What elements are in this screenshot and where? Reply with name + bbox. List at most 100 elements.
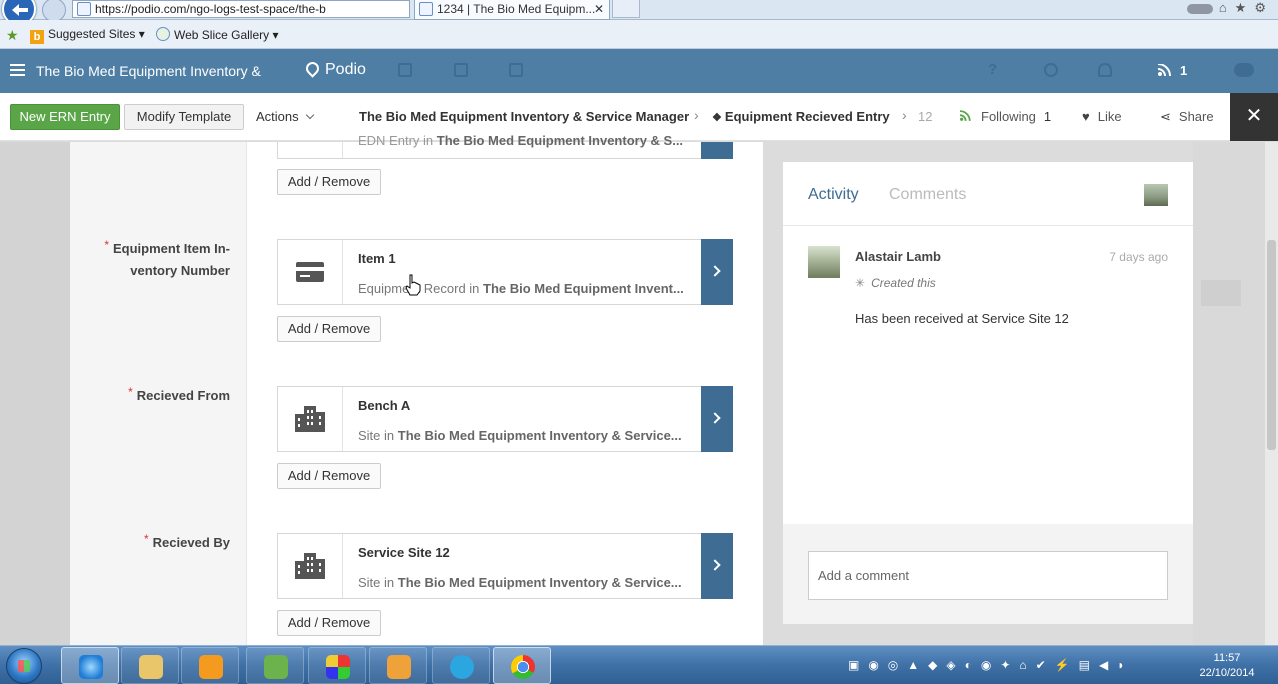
user-thumbnail[interactable] (1144, 184, 1168, 206)
hamburger-menu-icon[interactable] (10, 64, 25, 76)
reference-card-bench[interactable]: Bench A Site in The Bio Med Equipment In… (277, 386, 733, 452)
building-icon (278, 534, 343, 598)
favorites-bar: ★ b Suggested Sites ▾ Web Slice Gallery ▾ (0, 20, 1278, 49)
reference-card-item[interactable]: Item 1 Equipment Record in The Bio Med E… (277, 239, 733, 305)
reference-type: Site in (358, 575, 398, 590)
tab-close-icon[interactable]: ✕ (594, 0, 604, 18)
app-icon: ❖ (712, 112, 725, 124)
taskbar-outlook[interactable] (369, 647, 427, 684)
start-button[interactable] (6, 648, 42, 684)
tasks-icon[interactable] (509, 63, 523, 77)
scrollbar-thumb[interactable] (1267, 240, 1276, 450)
reference-type: EDN Entry in (358, 133, 437, 148)
reference-open-arrow[interactable] (701, 386, 733, 452)
reference-open-arrow[interactable] (701, 239, 733, 305)
breadcrumb-app[interactable]: The Bio Med Equipment Inventory & Servic… (359, 109, 689, 124)
activity-panel: Activity Comments Alastair Lamb 7 days a… (783, 162, 1193, 524)
avatar[interactable] (808, 246, 840, 278)
page-scrollbar[interactable] (1265, 142, 1278, 645)
taskbar-explorer[interactable] (121, 647, 179, 684)
reference-title: Bench A (358, 398, 411, 413)
browser-tab-active[interactable]: 1234 | The Bio Med Equipm... ✕ (414, 0, 610, 20)
breadcrumb-item-label: Equipment Recieved Entry (724, 109, 890, 124)
building-icon (278, 387, 343, 451)
field-label-recieved-from: * Recieved From (70, 385, 230, 407)
forward-button[interactable] (42, 0, 66, 22)
chat-icon[interactable] (1234, 63, 1254, 77)
comment-area: Add a comment (783, 524, 1193, 624)
minimize-pill[interactable] (1186, 3, 1213, 14)
taskbar-internet-explorer[interactable] (61, 647, 119, 684)
reference-type: Site in (358, 428, 398, 443)
favorite-suggested-sites[interactable]: b Suggested Sites ▾ (30, 27, 145, 44)
add-remove-button[interactable]: Add / Remove (277, 316, 381, 342)
comment-input[interactable]: Add a comment (808, 551, 1168, 600)
tab-activity[interactable]: Activity (808, 186, 859, 204)
following-button[interactable]: Following 1 (959, 109, 1052, 124)
reference-open-arrow[interactable] (701, 142, 733, 159)
favorite-label: Suggested Sites ▾ (48, 27, 145, 41)
add-remove-button[interactable]: Add / Remove (277, 610, 381, 636)
notifications-count: 1 (1180, 63, 1188, 78)
tab-comments[interactable]: Comments (889, 186, 966, 204)
workspace-name[interactable]: The Bio Med Equipment Inventory & (36, 63, 261, 79)
page-icon (419, 2, 433, 16)
created-spark-icon: ✳ (855, 276, 866, 290)
skype-icon (450, 655, 474, 679)
back-arrow-icon (12, 4, 28, 16)
share-label: Share (1178, 109, 1214, 124)
taskbar-clock[interactable]: 11:57 22/10/2014 (1196, 651, 1258, 681)
favorite-web-slice-gallery[interactable]: Web Slice Gallery ▾ (156, 27, 279, 42)
user-icon[interactable] (1098, 63, 1112, 77)
taskbar-skype[interactable] (432, 647, 490, 684)
reference-open-arrow[interactable] (701, 533, 733, 599)
reference-card-service-site[interactable]: Service Site 12 Site in The Bio Med Equi… (277, 533, 733, 599)
building-icon-glyph (295, 406, 325, 432)
notifications[interactable]: 1 (1158, 63, 1187, 78)
podio-logo[interactable]: Podio (303, 59, 366, 79)
like-button[interactable]: ♥ Like (1082, 109, 1122, 124)
taskbar-chrome[interactable] (493, 647, 551, 684)
browser-tools: ⌂★⚙ (1186, 0, 1274, 20)
app-grid-icon (326, 655, 350, 679)
chrome-icon (511, 655, 535, 679)
home-star-gear-icons[interactable]: ⌂★⚙ (1219, 0, 1274, 15)
contacts-icon[interactable] (398, 63, 412, 77)
actions-menu[interactable]: Actions (256, 109, 314, 124)
background-block (1201, 280, 1241, 306)
add-remove-button[interactable]: Add / Remove (277, 169, 381, 195)
system-tray-icons[interactable]: ▣◉◎▲◆◈◐◉✦⌂✔⚡▤◀◗ (848, 658, 1133, 672)
background-app-left (0, 142, 70, 645)
new-tab-button[interactable] (612, 0, 640, 18)
following-count: 1 (1043, 109, 1052, 124)
close-item-button[interactable]: ✕ (1230, 93, 1278, 141)
search-icon[interactable] (1044, 63, 1058, 77)
new-ern-entry-button[interactable]: New ERN Entry (10, 104, 120, 130)
reference-card-partial[interactable]: EDN Entry in The Bio Med Equipment Inven… (277, 133, 733, 159)
actions-label: Actions (256, 109, 299, 124)
reference-app: The Bio Med Equipment Inventory & Servic… (397, 428, 682, 443)
reference-subtitle: Site in The Bio Med Equipment Inventory … (358, 428, 682, 443)
card-icon-glyph (296, 262, 324, 282)
chevron-down-icon (305, 110, 314, 120)
web-slice-icon (156, 27, 170, 41)
favorites-star-icon[interactable]: ★ (6, 27, 19, 44)
modify-template-button[interactable]: Modify Template (124, 104, 244, 130)
like-label: Like (1097, 109, 1122, 124)
taskbar-evernote[interactable] (246, 647, 304, 684)
share-button[interactable]: ⋖ Share (1160, 109, 1214, 125)
taskbar-app-grid[interactable] (308, 647, 366, 684)
reference-app: The Bio Med Equipment Invent... (483, 281, 684, 296)
help-icon[interactable]: ? (988, 61, 997, 78)
reference-icon-box (278, 142, 343, 158)
activity-created: ✳ Created this (855, 276, 936, 290)
breadcrumb-item[interactable]: ❖ Equipment Recieved Entry (712, 109, 890, 124)
field-label-text: Recieved From (136, 388, 230, 403)
taskbar-media-player[interactable] (181, 647, 239, 684)
activity-divider (783, 225, 1193, 226)
calendar-icon[interactable] (454, 63, 468, 77)
add-remove-button[interactable]: Add / Remove (277, 463, 381, 489)
address-bar[interactable]: https://podio.com/ngo-logs-test-space/th… (72, 0, 410, 18)
activity-user-name[interactable]: Alastair Lamb (855, 249, 941, 264)
reference-app: The Bio Med Equipment Inventory & S... (436, 133, 684, 148)
